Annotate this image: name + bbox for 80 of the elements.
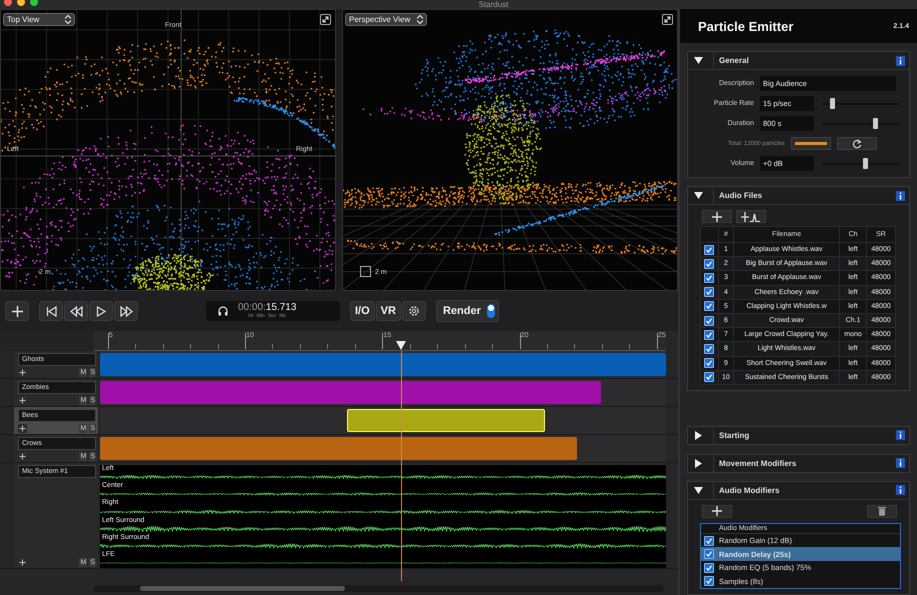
add-modifier-button[interactable] — [702, 504, 732, 518]
section-title[interactable]: Movement Modifiers — [713, 454, 892, 472]
panel-title: Particle Emitter — [698, 18, 794, 34]
checkbox[interactable] — [704, 301, 714, 312]
updown-icon — [417, 15, 423, 24]
checkbox[interactable] — [704, 562, 714, 573]
add-icon[interactable] — [18, 424, 27, 433]
view-dropdown[interactable]: Top View — [3, 13, 75, 26]
fast-forward-button[interactable] — [114, 301, 138, 321]
disclosure-icon[interactable] — [694, 458, 703, 468]
settings-button[interactable] — [402, 301, 426, 321]
section-title[interactable]: General — [713, 52, 892, 69]
section-title[interactable]: Starting — [713, 426, 892, 444]
delete-button[interactable] — [867, 504, 897, 518]
info-icon[interactable] — [896, 485, 905, 496]
checkbox[interactable] — [704, 372, 714, 382]
render-button[interactable]: Render — [436, 300, 499, 322]
play-button[interactable] — [89, 301, 113, 321]
audio-clip[interactable] — [100, 381, 602, 404]
slider-thumb[interactable] — [830, 98, 836, 109]
checkbox[interactable] — [704, 344, 714, 354]
settings-icon — [408, 305, 420, 317]
add-icon[interactable] — [18, 558, 27, 567]
info-icon[interactable] — [896, 430, 905, 440]
trash-icon — [878, 506, 886, 516]
reset-button[interactable] — [836, 137, 877, 150]
play-icon — [96, 306, 106, 316]
section-title[interactable]: Audio Files — [713, 187, 892, 204]
audio-clip[interactable] — [100, 437, 578, 460]
mode-button[interactable]: I/O — [350, 301, 375, 321]
slider-thumb[interactable] — [873, 118, 878, 129]
color-swatch[interactable] — [790, 137, 831, 150]
checkbox[interactable] — [704, 330, 714, 340]
checkbox[interactable] — [704, 358, 714, 368]
add-button[interactable] — [5, 301, 29, 321]
plus-icon — [712, 506, 722, 516]
skip-back-button[interactable] — [39, 301, 63, 321]
add-icon[interactable] — [18, 396, 27, 405]
timecode-text: 00:00:15.713 — [238, 303, 296, 313]
plus-icon — [12, 306, 22, 316]
disclosure-icon[interactable] — [694, 430, 703, 440]
disclosure-icon[interactable] — [694, 56, 703, 65]
checkbox[interactable] — [704, 549, 714, 560]
checkbox[interactable] — [704, 536, 714, 546]
disclosure-icon[interactable] — [694, 486, 703, 495]
checkbox[interactable] — [704, 316, 714, 326]
scale-square-icon — [360, 266, 371, 277]
audio-clip[interactable] — [100, 353, 666, 376]
plus-icon — [712, 212, 722, 222]
audio-clip[interactable] — [346, 409, 546, 432]
plus-pulse-icon — [741, 212, 761, 222]
add-icon[interactable] — [18, 368, 27, 377]
view-dropdown[interactable]: Perspective View — [345, 13, 427, 26]
checkbox[interactable] — [704, 576, 714, 586]
checkbox[interactable] — [704, 244, 714, 255]
expand-icon[interactable] — [662, 14, 673, 25]
add-waveform-button[interactable] — [736, 210, 766, 223]
mode-button[interactable]: VR — [376, 301, 401, 321]
render-toggle[interactable] — [486, 304, 495, 318]
rewind-button[interactable] — [64, 301, 88, 321]
add-file-button[interactable] — [702, 210, 732, 223]
info-icon[interactable] — [896, 190, 905, 200]
checkbox[interactable] — [704, 272, 714, 283]
slider-thumb[interactable] — [862, 158, 868, 169]
fast-forward-icon — [120, 306, 132, 316]
headphones-icon — [218, 306, 228, 316]
disclosure-icon[interactable] — [694, 191, 703, 200]
expand-icon[interactable] — [320, 14, 331, 25]
scrollbar-thumb[interactable] — [140, 586, 345, 590]
add-icon[interactable] — [18, 452, 27, 461]
refresh-icon — [852, 138, 862, 148]
window-title: Stardust — [478, 0, 510, 9]
info-icon[interactable] — [896, 56, 905, 66]
updown-icon — [65, 15, 71, 24]
skip-back-icon — [46, 306, 56, 316]
checkbox[interactable] — [704, 258, 714, 269]
rewind-icon — [70, 306, 82, 316]
checkbox[interactable] — [704, 287, 714, 298]
info-icon[interactable] — [896, 458, 905, 468]
section-title[interactable]: Audio Modifiers — [713, 482, 892, 499]
